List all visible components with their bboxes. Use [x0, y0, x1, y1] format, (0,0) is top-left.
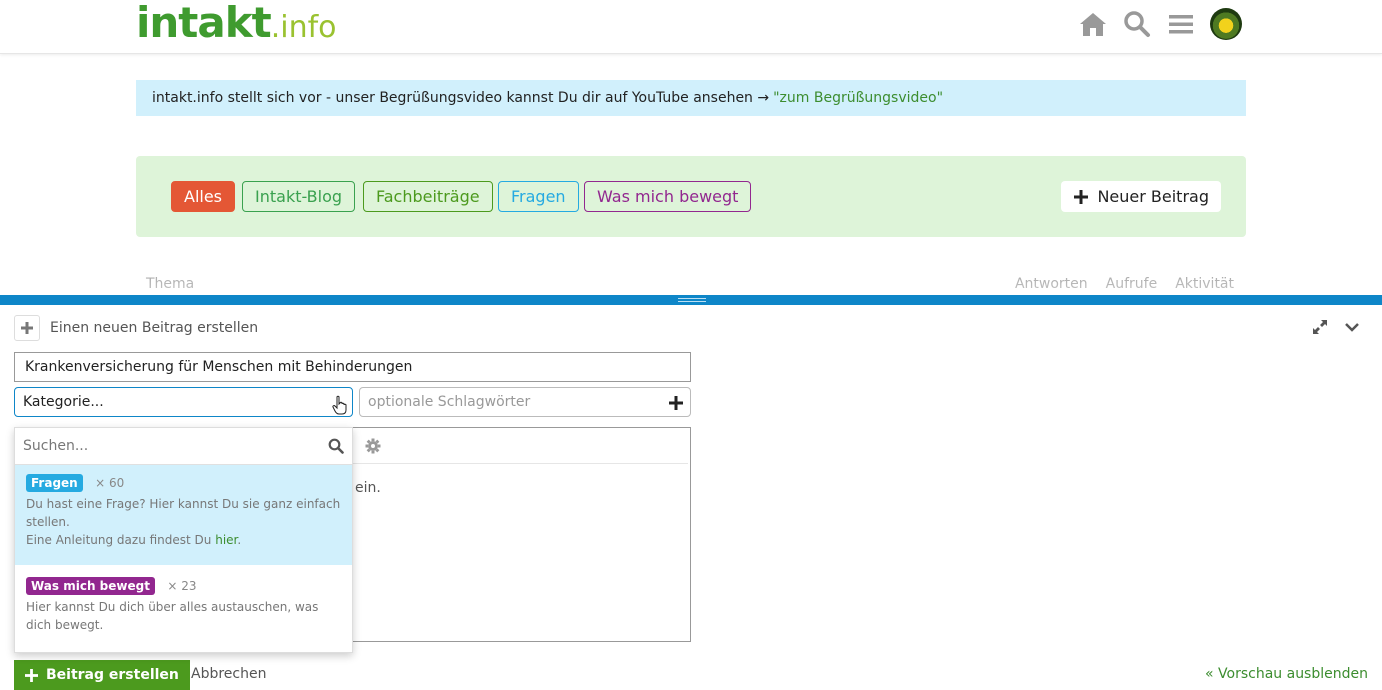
dropdown-option-fragen[interactable]: Fragen × 60 Du hast eine Frage? Hier kan… [15, 465, 352, 565]
category-bar: Alles Intakt-Blog Fachbeiträge Fragen Wa… [136, 156, 1246, 237]
category-badge: Fragen [26, 474, 83, 492]
column-aktivitaet[interactable]: Aktivität [1175, 276, 1234, 292]
create-topic-label: Beitrag erstellen [46, 667, 179, 683]
composer-panel: Einen neuen Beitrag erstellen Krankenver… [0, 295, 1382, 690]
topic-count: × 60 [95, 476, 125, 490]
logo-main: intakt [136, 0, 272, 47]
banner-text: intakt.info stellt sich vor - unser Begr… [152, 90, 770, 106]
hand-pointer-icon [332, 395, 348, 419]
column-aufrufe[interactable]: Aufrufe [1106, 276, 1158, 292]
description-text: . [237, 533, 242, 547]
composer-resize-grip[interactable] [678, 298, 706, 302]
banner-video-link[interactable]: "zum Begrüßungsvideo" [773, 90, 943, 106]
category-fragen[interactable]: Fragen [498, 181, 579, 212]
search-icon [328, 438, 344, 458]
category-fachbeitraege[interactable]: Fachbeiträge [363, 181, 493, 212]
plus-icon [25, 668, 38, 682]
editor-text-fragment: ein. [355, 480, 381, 496]
plus-icon[interactable] [668, 395, 684, 415]
category-intakt-blog[interactable]: Intakt-Blog [242, 181, 356, 212]
category-dropdown: Suchen... Fragen × 60 Du hast eine Frage… [14, 427, 353, 653]
composer-action-title: Einen neuen Beitrag erstellen [14, 315, 258, 341]
category-selector[interactable]: Kategorie... [14, 387, 353, 417]
site-header: intakt .info [0, 0, 1382, 54]
home-icon[interactable] [1078, 9, 1108, 39]
topic-count: × 23 [167, 579, 197, 593]
column-thema[interactable]: Thema [146, 276, 194, 292]
header-icons [1078, 8, 1242, 40]
guide-link[interactable]: hier [215, 533, 237, 547]
description-line: Eine Anleitung dazu findest Du hier. [26, 531, 341, 549]
category-search-input[interactable]: Suchen... [15, 428, 352, 465]
category-selector-label: Kategorie... [23, 394, 104, 410]
user-avatar[interactable] [1210, 8, 1242, 40]
expand-icon[interactable] [1312, 319, 1328, 339]
composer-action-label: Einen neuen Beitrag erstellen [50, 320, 259, 336]
plus-icon [1074, 189, 1089, 204]
hamburger-menu-icon[interactable] [1166, 9, 1196, 39]
new-topic-label: Neuer Beitrag [1097, 187, 1209, 206]
category-description: Hier kannst Du dich über alles austausch… [26, 600, 319, 632]
search-icon[interactable] [1122, 9, 1152, 39]
category-alles[interactable]: Alles [171, 181, 236, 212]
description-text: Eine Anleitung dazu findest Du [26, 533, 216, 547]
new-topic-button[interactable]: Neuer Beitrag [1061, 181, 1221, 212]
category-was-mich-bewegt[interactable]: Was mich bewegt [584, 181, 752, 212]
gear-icon[interactable] [365, 438, 381, 458]
category-description: Du hast eine Frage? Hier kannst Du sie g… [26, 495, 341, 549]
composer-action-button[interactable] [14, 315, 40, 341]
collapse-chevron-down-icon[interactable] [1344, 319, 1360, 339]
category-search-placeholder: Suchen... [23, 438, 89, 454]
logo-tld: .info [270, 10, 337, 45]
tags-placeholder: optionale Schlagwörter [368, 394, 531, 410]
cancel-button[interactable]: Abbrechen [191, 666, 266, 682]
plus-icon [21, 322, 33, 334]
description-line: Du hast eine Frage? Hier kannst Du sie g… [26, 497, 341, 529]
create-topic-button[interactable]: Beitrag erstellen [14, 660, 190, 690]
composer-window-controls [1312, 319, 1360, 339]
topic-title-input[interactable]: Krankenversicherung für Menschen mit Beh… [14, 352, 691, 382]
category-badge: Was mich bewegt [26, 577, 155, 595]
toggle-preview-link[interactable]: « Vorschau ausblenden [1205, 666, 1368, 682]
tags-input[interactable]: optionale Schlagwörter [359, 387, 691, 417]
site-logo[interactable]: intakt .info [136, 0, 337, 50]
column-antworten[interactable]: Antworten [1015, 276, 1088, 292]
welcome-banner: intakt.info stellt sich vor - unser Begr… [136, 80, 1246, 116]
topic-list-header: Thema Antworten Aufrufe Aktivität [136, 268, 1246, 294]
dropdown-option-was-mich-bewegt[interactable]: Was mich bewegt × 23 Hier kannst Du dich… [15, 568, 352, 652]
